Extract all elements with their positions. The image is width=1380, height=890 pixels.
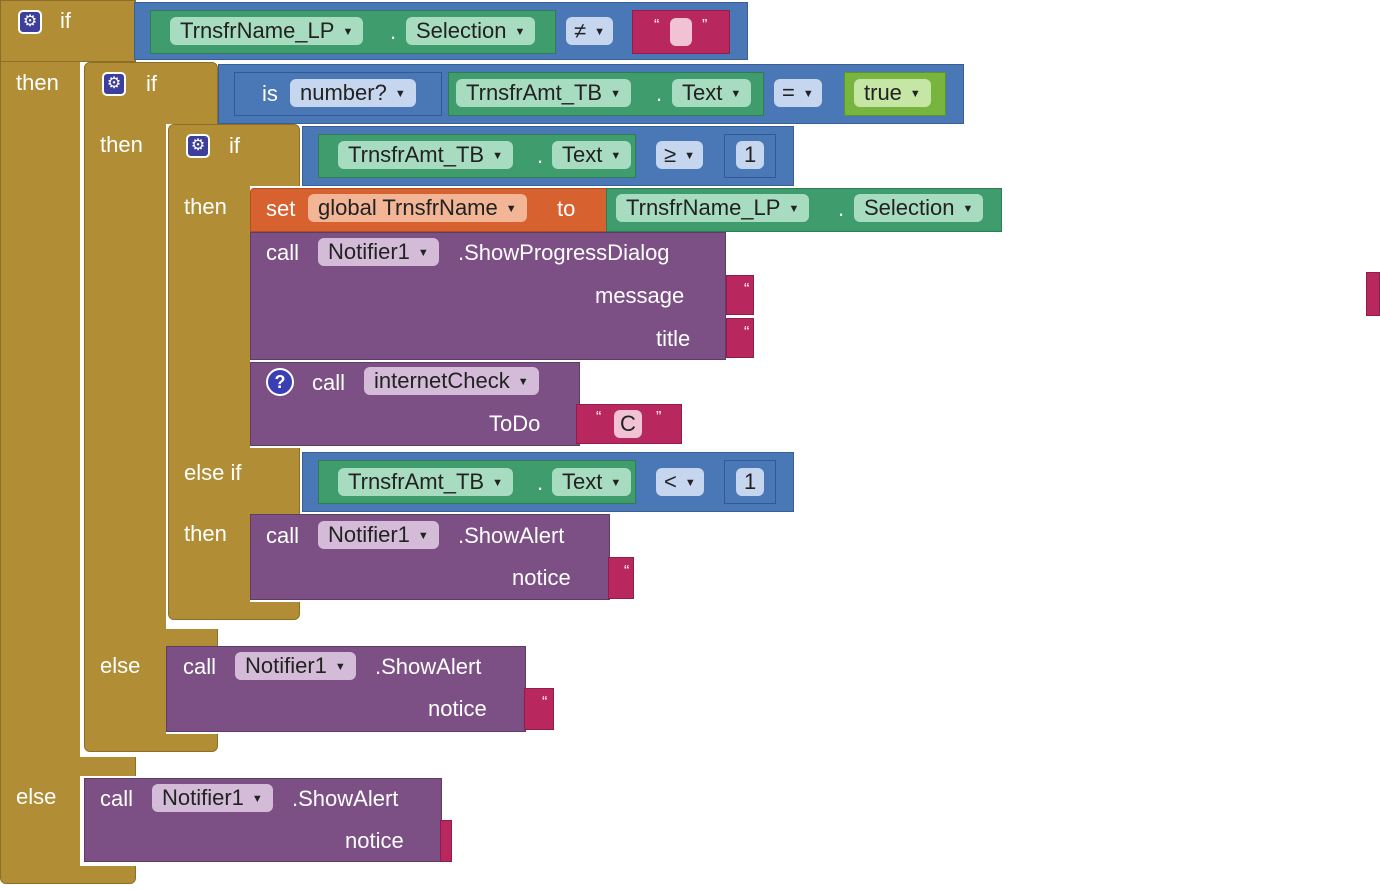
property-dropdown[interactable]: Selection ▼ [854, 194, 984, 222]
else-if-label: else if [184, 460, 242, 485]
empty-string-field[interactable] [670, 18, 692, 46]
chevron-down-icon: ▼ [610, 477, 622, 490]
component-dropdown[interactable]: TrnsfrName_LP ▼ [170, 17, 364, 45]
call-label: call [266, 523, 300, 548]
chevron-down-icon: ▼ [517, 376, 529, 389]
mid-else-label: else [100, 653, 141, 678]
operator-dropdown[interactable]: < ▼ [656, 468, 704, 496]
chevron-down-icon: ▼ [417, 530, 429, 543]
notice-arg-label: notice [512, 565, 571, 590]
chevron-down-icon: ▼ [251, 793, 263, 806]
chevron-down-icon: ▼ [610, 150, 622, 163]
chevron-down-icon: ▼ [492, 477, 503, 490]
chevron-down-icon: ▼ [684, 477, 696, 490]
open-quote-icon: “ [624, 563, 630, 580]
outer-else-label: else [16, 784, 57, 809]
close-quote-icon: ” [656, 409, 662, 426]
dot-label: . [390, 19, 397, 44]
mid-then-label: then [100, 132, 143, 157]
chevron-down-icon: ▼ [684, 150, 695, 163]
open-quote-icon: “ [542, 694, 548, 711]
todo-arg-label: ToDo [489, 411, 541, 436]
notice-arg-label: notice [428, 696, 487, 721]
operator-dropdown[interactable]: ≠ ▼ [566, 17, 613, 45]
open-quote-icon: “ [596, 409, 602, 426]
chevron-down-icon: ▼ [788, 203, 800, 216]
component-dropdown[interactable]: TrnsfrAmt_TB ▼ [338, 141, 513, 169]
chevron-down-icon: ▼ [492, 150, 503, 163]
component-dropdown[interactable]: TrnsfrAmt_TB ▼ [338, 468, 513, 496]
notice-arg-label: notice [345, 828, 404, 853]
inner-then2-label: then [184, 521, 227, 546]
chevron-down-icon: ▼ [514, 26, 526, 39]
predicate-dropdown[interactable]: number? ▼ [290, 79, 416, 107]
gear-icon[interactable]: ⚙ [186, 134, 210, 158]
property-dropdown[interactable]: Text ▼ [552, 141, 632, 169]
component-dropdown[interactable]: TrnsfrName_LP ▼ [616, 194, 810, 222]
stray-text-block[interactable] [1366, 272, 1380, 316]
chevron-down-icon: ▼ [610, 88, 621, 101]
call-label: call [266, 240, 300, 265]
operator-dropdown[interactable]: ≥ ▼ [656, 141, 703, 169]
chevron-down-icon: ▼ [802, 88, 814, 101]
title-text-socket[interactable] [726, 318, 754, 358]
call-label: call [100, 786, 134, 811]
inner-if-label: if [229, 133, 240, 158]
dot-label: . [656, 81, 663, 106]
gear-icon[interactable]: ⚙ [18, 10, 42, 34]
component-dropdown[interactable]: TrnsfrAmt_TB ▼ [456, 79, 631, 107]
chevron-down-icon: ▼ [342, 26, 354, 39]
message-arg-label: message [595, 283, 685, 308]
close-quote-icon: ” [702, 17, 708, 34]
property-dropdown[interactable]: Selection ▼ [406, 17, 536, 45]
chevron-down-icon: ▼ [505, 203, 517, 216]
mid-if-label: if [146, 71, 157, 96]
procedure-dropdown[interactable]: internetCheck ▼ [364, 367, 539, 395]
open-quote-icon: “ [744, 324, 750, 341]
open-quote-icon: “ [654, 17, 660, 34]
component-dropdown[interactable]: Notifier1 ▼ [318, 521, 439, 549]
call-label: call [312, 370, 346, 395]
property-dropdown[interactable]: Text ▼ [672, 79, 752, 107]
component-dropdown[interactable]: Notifier1 ▼ [152, 784, 273, 812]
call-label: call [183, 654, 217, 679]
boolean-dropdown[interactable]: true ▼ [854, 79, 931, 107]
variable-dropdown[interactable]: global TrnsfrName ▼ [308, 194, 527, 222]
number-field[interactable]: 1 [736, 141, 765, 169]
chevron-down-icon: ▼ [594, 26, 605, 39]
notice-text-socket[interactable] [440, 820, 452, 862]
component-dropdown[interactable]: Notifier1 ▼ [318, 238, 439, 266]
method-label: .ShowAlert [458, 523, 565, 548]
inner-then-label: then [184, 194, 227, 219]
chevron-down-icon: ▼ [909, 88, 921, 101]
chevron-down-icon: ▼ [730, 88, 742, 101]
dot-label: . [537, 470, 544, 495]
outer-then-label: then [16, 70, 59, 95]
to-label: to [557, 196, 576, 221]
component-dropdown[interactable]: Notifier1 ▼ [235, 652, 356, 680]
method-label: .ShowAlert [375, 654, 482, 679]
open-quote-icon: “ [744, 281, 750, 298]
notice-text-socket[interactable] [524, 688, 554, 730]
todo-string-field[interactable]: C [614, 410, 642, 438]
outer-if-label: if [60, 8, 71, 33]
number-field[interactable]: 1 [736, 468, 765, 496]
operator-dropdown[interactable]: = ▼ [774, 79, 822, 107]
property-dropdown[interactable]: Text ▼ [552, 468, 632, 496]
gear-icon[interactable]: ⚙ [102, 72, 126, 96]
method-label: .ShowAlert [292, 786, 399, 811]
notice-text-socket[interactable] [608, 557, 634, 599]
chevron-down-icon: ▼ [394, 88, 406, 101]
dot-label: . [838, 196, 845, 221]
chevron-down-icon: ▼ [417, 247, 429, 260]
message-text-socket[interactable] [726, 275, 754, 315]
set-label: set [266, 196, 296, 221]
chevron-down-icon: ▼ [962, 203, 974, 216]
dot-label: . [537, 143, 544, 168]
chevron-down-icon: ▼ [334, 661, 346, 674]
title-arg-label: title [656, 326, 691, 351]
question-icon[interactable]: ? [266, 368, 294, 396]
method-label: .ShowProgressDialog [458, 240, 670, 265]
is-label: is [262, 81, 278, 106]
